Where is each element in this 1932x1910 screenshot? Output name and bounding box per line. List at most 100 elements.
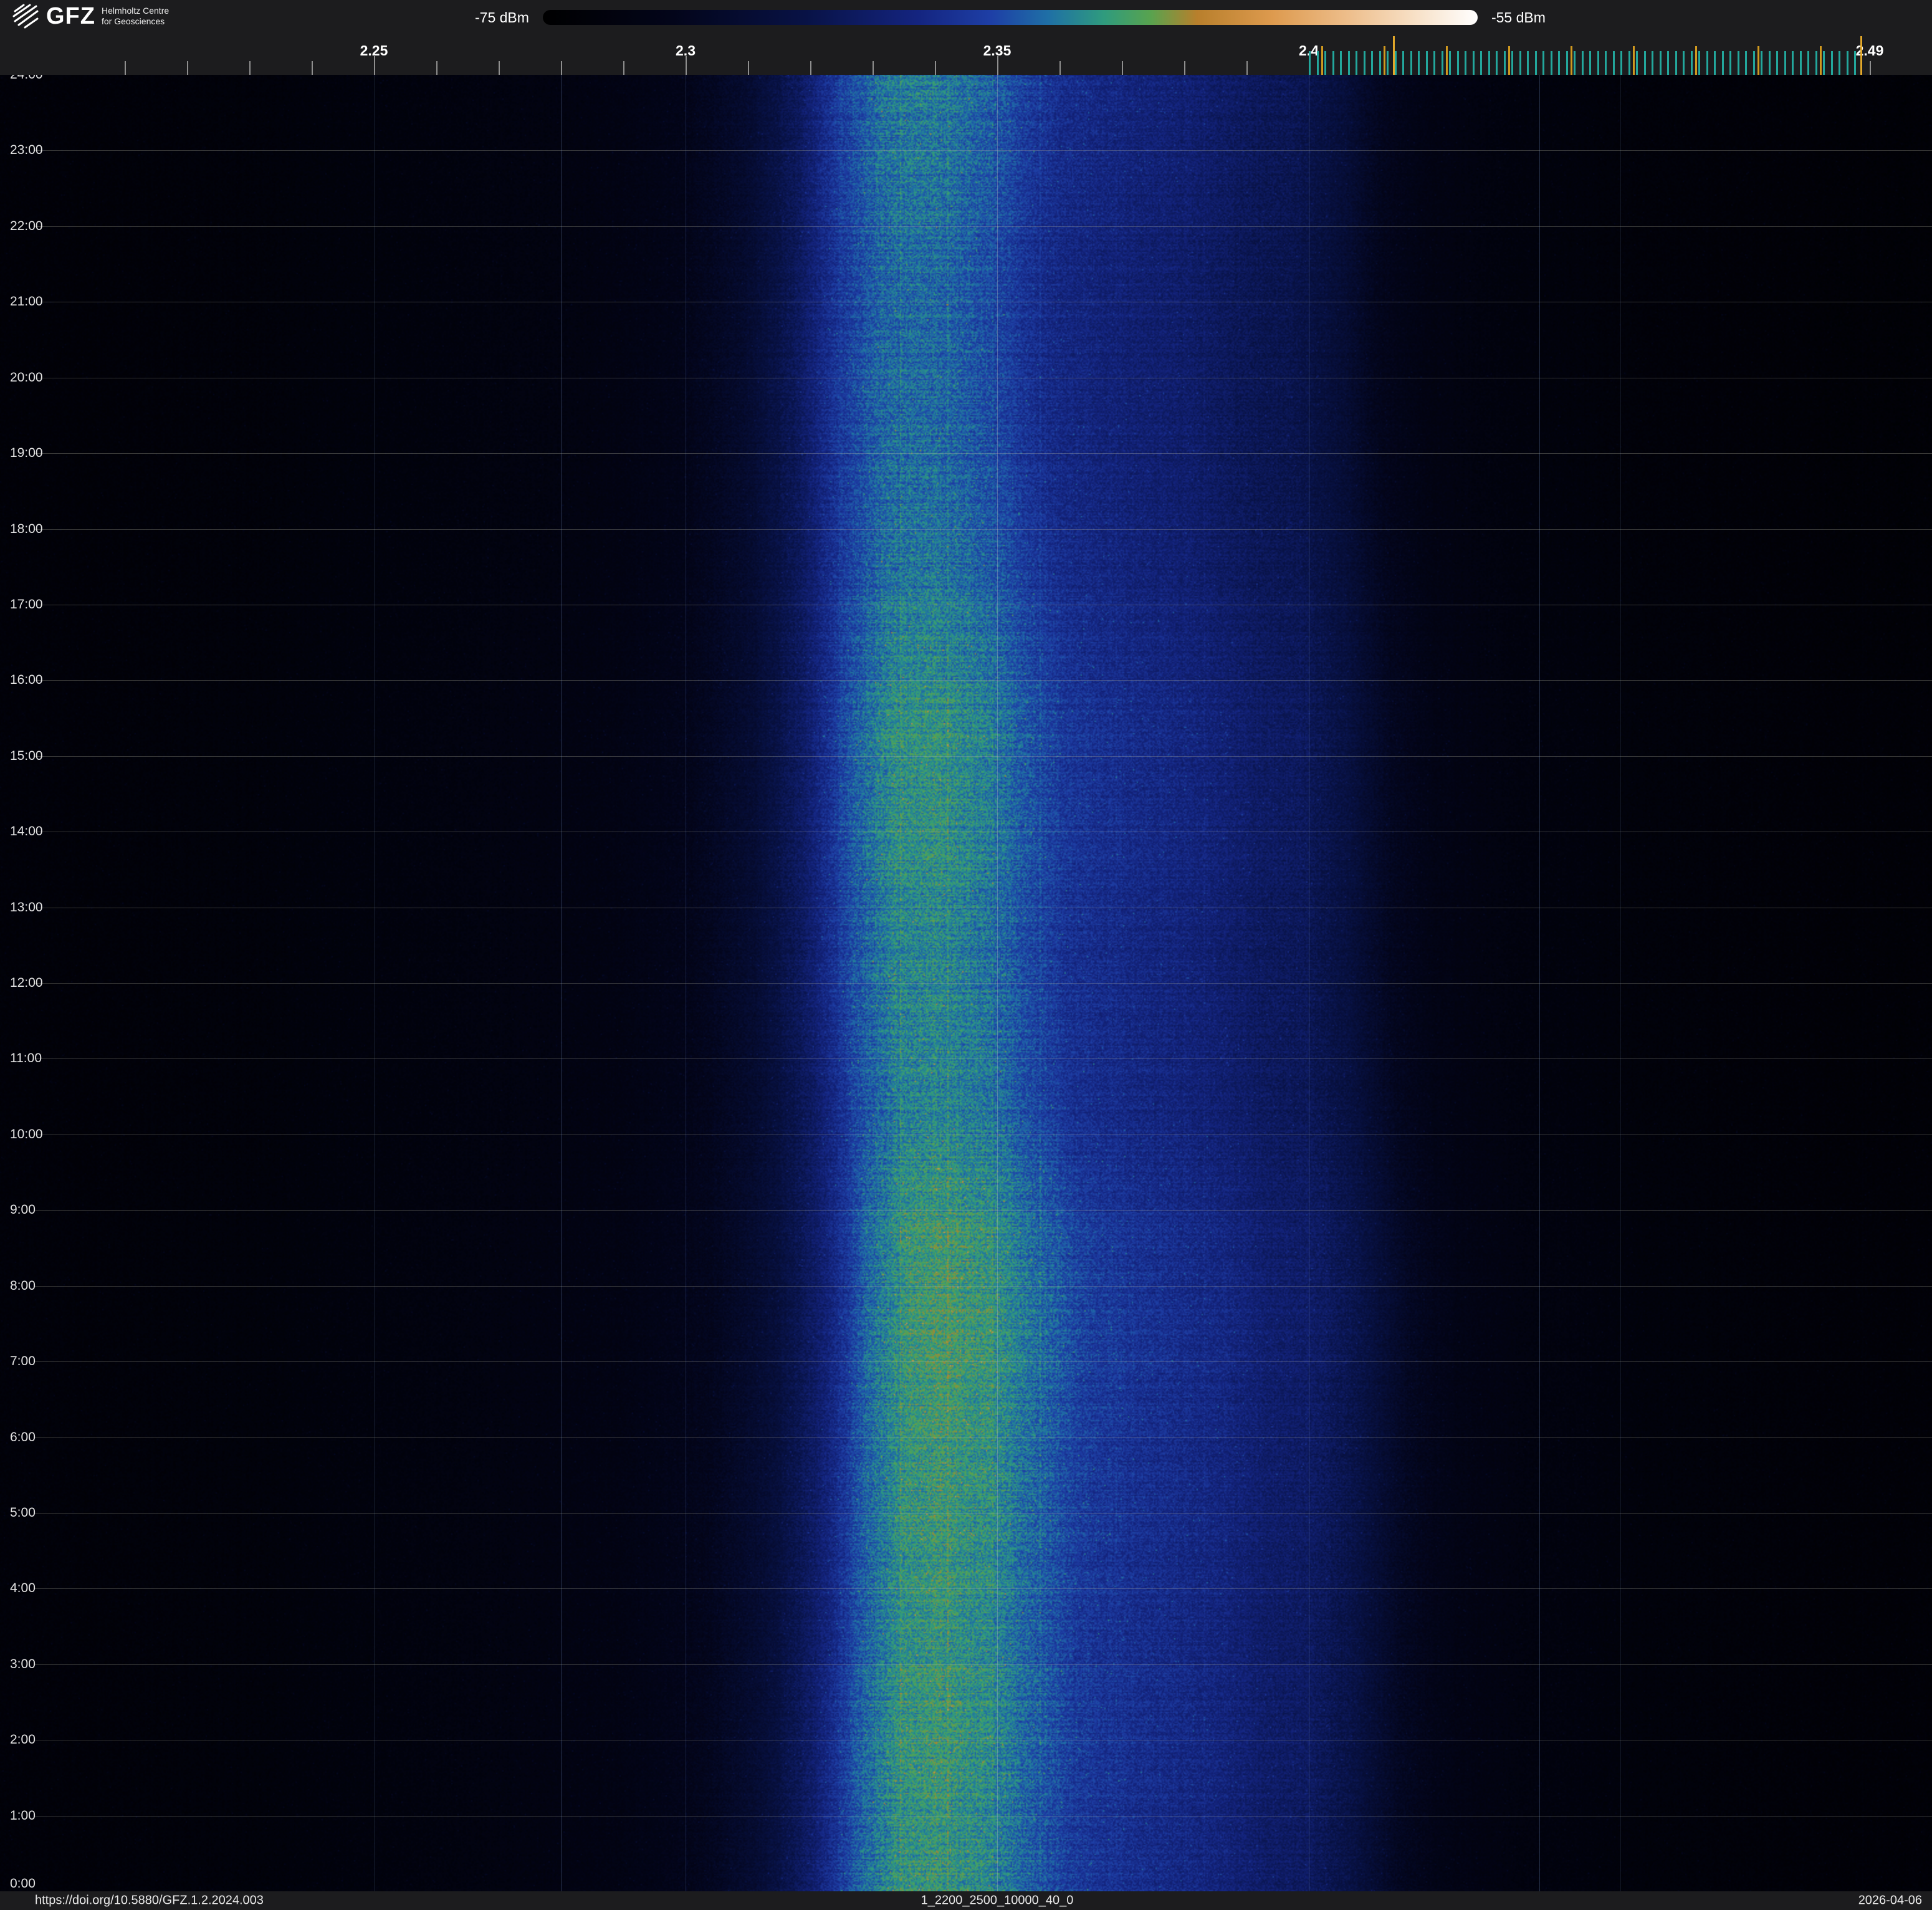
ruler-tick bbox=[1830, 51, 1833, 75]
ruler-tick bbox=[1839, 51, 1840, 75]
ruler-tick bbox=[499, 61, 500, 75]
ruler-tick bbox=[1761, 51, 1762, 75]
ruler-tick bbox=[374, 56, 375, 75]
ruler-tick bbox=[125, 61, 126, 75]
time-tick-label: 15:00 bbox=[10, 748, 43, 763]
ruler-tick bbox=[1519, 51, 1521, 75]
ruler-tick bbox=[1729, 51, 1731, 75]
ruler-tick bbox=[1059, 61, 1061, 75]
ruler-tick bbox=[1387, 51, 1389, 75]
ruler-tick bbox=[810, 61, 811, 75]
gfz-logo-icon bbox=[12, 4, 39, 29]
ruler-tick bbox=[1706, 51, 1708, 75]
ruler-tick bbox=[1508, 46, 1510, 75]
ruler-tick bbox=[1605, 51, 1607, 75]
gfz-logo: GFZ Helmholtz Centre for Geosciences bbox=[11, 2, 169, 30]
ruler-tick bbox=[249, 61, 251, 75]
time-tick-label: 23:00 bbox=[10, 143, 43, 158]
ruler-tick bbox=[1550, 51, 1552, 75]
time-tick-label: 16:00 bbox=[10, 673, 43, 688]
ruler-tick bbox=[1441, 51, 1443, 75]
ruler-tick bbox=[1643, 51, 1646, 75]
ruler-tick bbox=[1589, 51, 1591, 75]
ruler-tick bbox=[1418, 51, 1420, 75]
time-tick-label: 9:00 bbox=[10, 1202, 36, 1217]
ruler-tick bbox=[1527, 51, 1529, 75]
ruler-tick bbox=[1332, 51, 1334, 75]
org-name-line1: Helmholtz Centre bbox=[101, 6, 170, 16]
time-tick-label: 12:00 bbox=[10, 976, 43, 990]
ruler-tick bbox=[436, 61, 438, 75]
time-tick-label: 6:00 bbox=[10, 1429, 36, 1444]
org-name: Helmholtz Centre for Geosciences bbox=[102, 6, 169, 26]
time-tick-label: 22:00 bbox=[10, 218, 43, 233]
org-name-line2: for Geosciences bbox=[101, 16, 165, 26]
time-tick-label: 7:00 bbox=[10, 1354, 36, 1369]
ruler-tick bbox=[935, 61, 936, 75]
footer-bar: https://doi.org/10.5880/GFZ.1.2.2024.003… bbox=[0, 1891, 1932, 1910]
time-tick-label: 20:00 bbox=[10, 370, 43, 385]
ruler-tick bbox=[1480, 51, 1482, 75]
ruler-tick bbox=[1456, 51, 1459, 75]
time-tick-label: 1:00 bbox=[10, 1808, 36, 1823]
ruler-tick bbox=[1402, 51, 1404, 75]
ruler-tick bbox=[1633, 46, 1635, 75]
ruler-tick bbox=[1122, 61, 1123, 75]
ruler-tick bbox=[1870, 61, 1871, 75]
ruler-tick bbox=[1815, 51, 1817, 75]
ruler-tick bbox=[1363, 51, 1365, 75]
ruler-tick bbox=[1356, 51, 1357, 75]
ruler-tick bbox=[1488, 51, 1490, 75]
ruler-tick bbox=[187, 61, 188, 75]
time-tick-label: 21:00 bbox=[10, 294, 43, 309]
spectrogram-plot: 24:0023:0022:0021:0020:0019:0018:0017:00… bbox=[0, 67, 1932, 1891]
time-tick-label: 19:00 bbox=[10, 446, 43, 461]
ruler-tick bbox=[1683, 51, 1685, 75]
time-tick-label: 10:00 bbox=[10, 1126, 43, 1141]
gfz-logo-text: GFZ bbox=[46, 2, 95, 29]
ruler-tick bbox=[1384, 46, 1385, 75]
ruler-tick bbox=[1784, 51, 1786, 75]
ruler-tick bbox=[1449, 51, 1451, 75]
ruler-tick bbox=[1309, 51, 1311, 75]
ruler-tick bbox=[1612, 51, 1615, 75]
ruler-tick bbox=[1628, 51, 1630, 75]
ruler-tick bbox=[1652, 51, 1653, 75]
ruler-tick bbox=[1597, 51, 1599, 75]
ruler-tick bbox=[1393, 36, 1395, 75]
ruler-tick bbox=[1581, 51, 1584, 75]
colorbar-gradient bbox=[542, 10, 1478, 25]
ruler-tick bbox=[561, 61, 562, 75]
ruler-tick bbox=[1636, 51, 1638, 75]
ruler-tick bbox=[1347, 51, 1350, 75]
ruler-tick bbox=[1574, 51, 1576, 75]
header-bar: GFZ Helmholtz Centre for Geosciences -75… bbox=[0, 0, 1932, 35]
ruler-tick bbox=[1698, 51, 1700, 75]
ruler-tick bbox=[1379, 51, 1381, 75]
frequency-ruler: 2.25 2.3 2.35 2.4 2.49 bbox=[0, 35, 1932, 75]
ruler-tick bbox=[1820, 46, 1822, 75]
ruler-tick bbox=[623, 61, 624, 75]
ruler-tick bbox=[1768, 51, 1771, 75]
ruler-tick bbox=[1446, 46, 1448, 75]
ruler-tick bbox=[1860, 36, 1862, 75]
ruler-tick bbox=[1737, 51, 1739, 75]
time-tick-label: 5:00 bbox=[10, 1505, 36, 1520]
ruler-tick bbox=[1675, 51, 1677, 75]
dataset-id: 1_2200_2500_10000_40_0 bbox=[921, 1893, 1074, 1908]
ruler-tick bbox=[312, 61, 313, 75]
ruler-tick bbox=[1472, 51, 1475, 75]
time-tick-label: 4:00 bbox=[10, 1581, 36, 1596]
colorbar-min-label: -75 dBm bbox=[475, 9, 529, 26]
ruler-tick bbox=[1823, 51, 1825, 75]
time-tick-label: 14:00 bbox=[10, 824, 43, 839]
ruler-tick bbox=[1371, 51, 1373, 75]
ruler-tick bbox=[1757, 46, 1759, 75]
doi-link[interactable]: https://doi.org/10.5880/GFZ.1.2.2024.003 bbox=[35, 1894, 264, 1908]
ruler-tick bbox=[1807, 51, 1809, 75]
ruler-tick bbox=[1690, 51, 1693, 75]
time-tick-label: 8:00 bbox=[10, 1278, 36, 1293]
ruler-tick bbox=[686, 56, 687, 75]
ruler-tick bbox=[1714, 51, 1716, 75]
ruler-tick bbox=[997, 56, 998, 75]
